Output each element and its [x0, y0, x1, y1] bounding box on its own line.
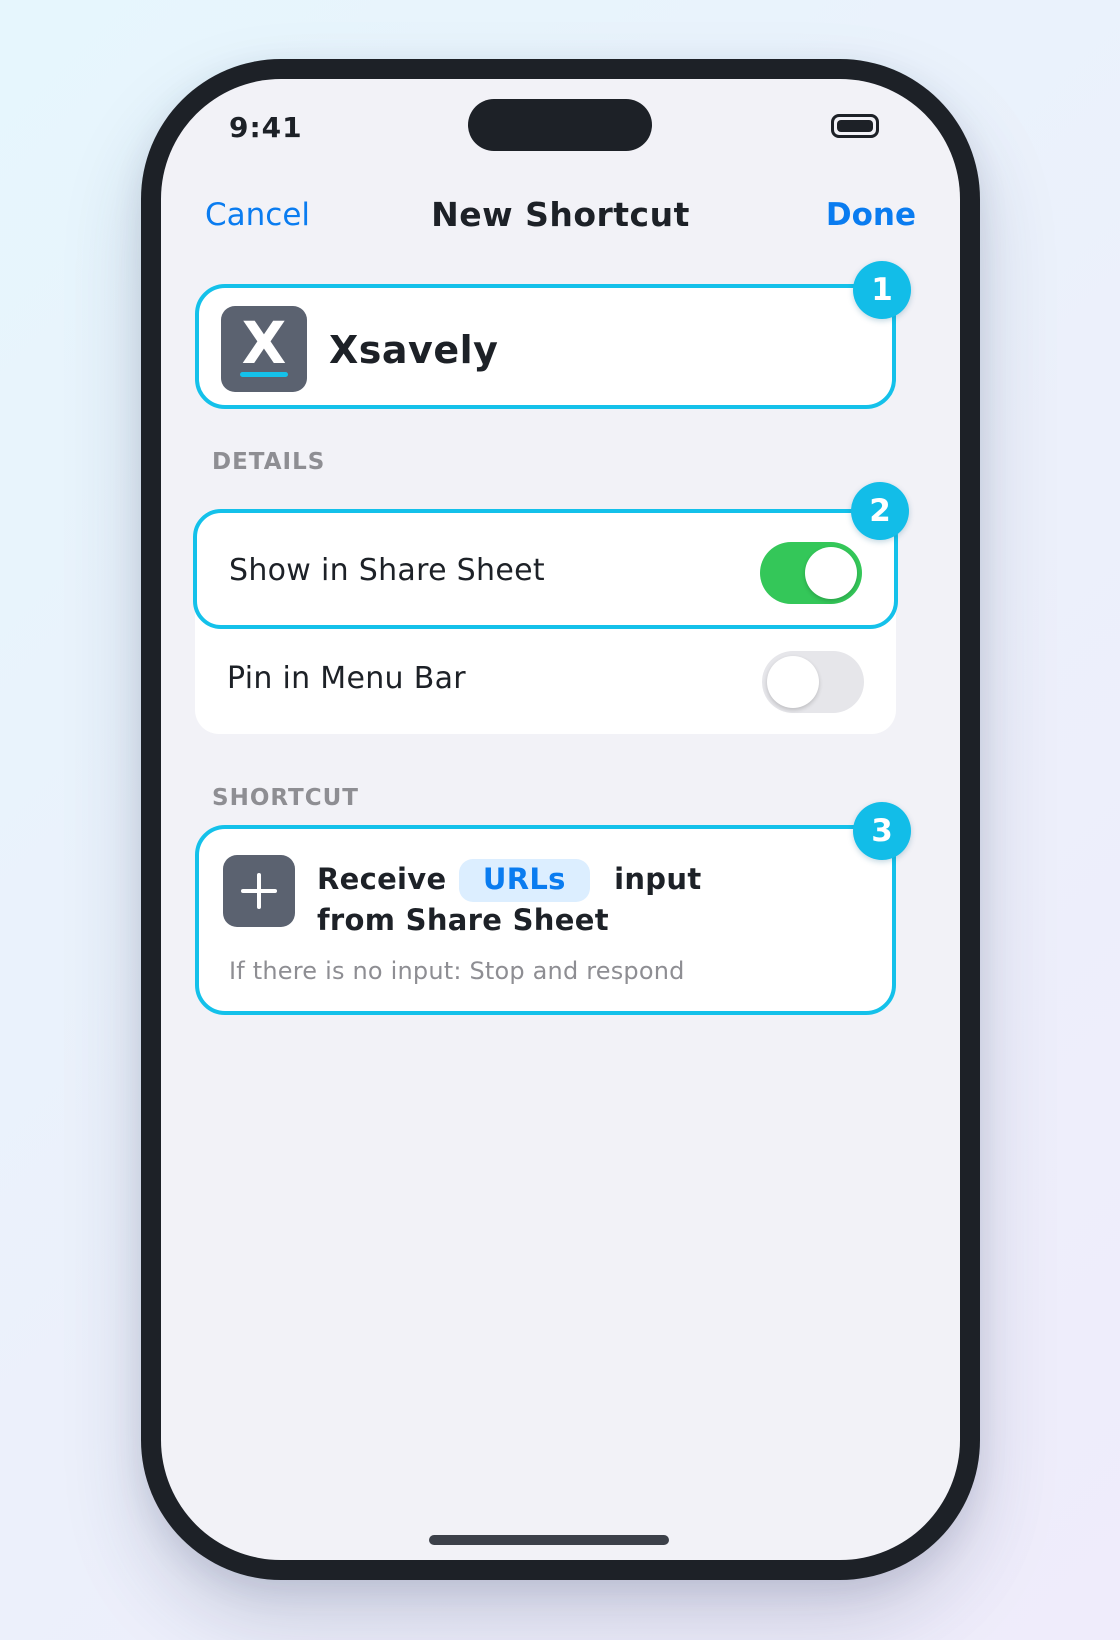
action-prefix: Receive: [317, 862, 447, 896]
plus-icon[interactable]: [223, 855, 295, 927]
app-name[interactable]: Xsavely: [329, 328, 498, 372]
share-sheet-label: Show in Share Sheet: [229, 553, 545, 588]
phone-screen: 9:41 Cancel New Shortcut Done X Xsavely …: [161, 79, 960, 1560]
battery-fill: [837, 120, 873, 132]
menu-bar-toggle[interactable]: [762, 651, 864, 713]
menu-bar-label: Pin in Menu Bar: [227, 661, 466, 696]
details-section-header: DETAILS: [212, 449, 326, 475]
toggle-knob: [767, 656, 819, 708]
step-badge-3: 3: [853, 802, 911, 860]
action-line-2: from Share Sheet: [317, 903, 609, 937]
app-icon-letter: X: [241, 309, 287, 377]
share-sheet-toggle[interactable]: [760, 542, 862, 604]
app-icon[interactable]: X: [221, 306, 307, 392]
status-time: 9:41: [229, 111, 303, 144]
shortcut-section-header: SHORTCUT: [212, 785, 359, 811]
dynamic-island: [468, 99, 652, 151]
app-icon-underline: [240, 372, 288, 377]
step-badge-2: 2: [851, 482, 909, 540]
toggle-knob: [805, 547, 857, 599]
step-badge-1: 1: [853, 261, 911, 319]
home-indicator[interactable]: [429, 1535, 669, 1545]
urls-token[interactable]: URLs: [458, 859, 590, 902]
settings-row-share-sheet[interactable]: Show in Share Sheet: [193, 509, 898, 629]
action-line-1: Receive URLs input: [317, 859, 701, 902]
done-button[interactable]: Done: [826, 197, 916, 233]
app-card[interactable]: X Xsavely 1: [195, 261, 911, 409]
details-settings-group: Show in Share Sheet 2 Pin in Menu Bar: [193, 482, 909, 734]
no-input-behavior[interactable]: If there is no input: Stop and respond: [229, 957, 685, 985]
phone-frame: 9:41 Cancel New Shortcut Done X Xsavely …: [141, 59, 980, 1580]
battery-icon: [831, 114, 879, 138]
action-suffix: input: [614, 862, 702, 896]
receive-input-action[interactable]: Receive URLs input from Share Sheet If t…: [195, 802, 911, 1015]
